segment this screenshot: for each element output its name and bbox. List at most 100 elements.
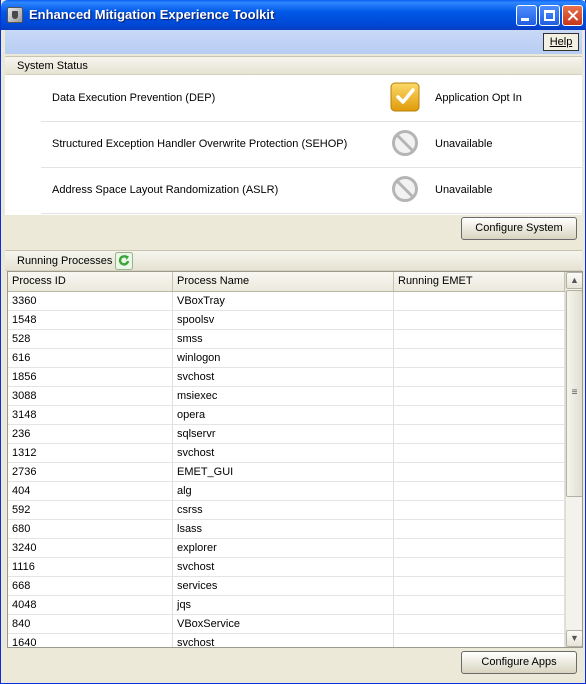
cell-running-emet [394, 387, 565, 405]
cell-process-id: 1312 [8, 444, 173, 462]
cell-running-emet [394, 292, 565, 310]
column-header-process-id[interactable]: Process ID [8, 272, 173, 291]
table-body: 3360 VBoxTray 1548 spoolsv 528 smss 616 winl… [8, 292, 565, 647]
process-table: Process ID Process Name Running EMET 336… [7, 271, 583, 648]
refresh-icon[interactable] [115, 252, 133, 270]
column-header-running-emet[interactable]: Running EMET [394, 272, 565, 291]
cell-running-emet [394, 330, 565, 348]
close-button[interactable] [562, 5, 583, 26]
table-row[interactable]: 616 winlogon [8, 349, 565, 368]
table-row[interactable]: 236 sqlservr [8, 425, 565, 444]
table-row[interactable]: 840 VBoxService [8, 615, 565, 634]
cell-process-name: msiexec [173, 387, 394, 405]
cell-running-emet [394, 311, 565, 329]
cell-process-name: alg [173, 482, 394, 500]
cell-process-id: 1640 [8, 634, 173, 647]
cell-process-name: smss [173, 330, 394, 348]
cell-running-emet [394, 596, 565, 614]
cell-running-emet [394, 501, 565, 519]
cell-process-name: VBoxService [173, 615, 394, 633]
table-row[interactable]: 3360 VBoxTray [8, 292, 565, 311]
cell-process-id: 3360 [8, 292, 173, 310]
cell-process-id: 680 [8, 520, 173, 538]
cell-process-name: EMET_GUI [173, 463, 394, 481]
menu-bar: Help [5, 30, 582, 54]
cell-process-id: 3088 [8, 387, 173, 405]
cell-process-name: VBoxTray [173, 292, 394, 310]
table-row[interactable]: 1312 svchost [8, 444, 565, 463]
scroll-up-button[interactable]: ▲ [566, 272, 582, 289]
status-row-aslr: Address Space Layout Randomization (ASLR… [41, 167, 582, 214]
table-row[interactable]: 528 smss [8, 330, 565, 349]
cell-process-id: 3240 [8, 539, 173, 557]
cell-process-name: svchost [173, 558, 394, 576]
cell-process-id: 528 [8, 330, 173, 348]
cell-process-id: 2736 [8, 463, 173, 481]
table-header: Process ID Process Name Running EMET [8, 272, 565, 292]
unavailable-icon [392, 130, 418, 156]
vertical-scrollbar[interactable]: ▲ ≡ ▼ [565, 272, 582, 647]
minimize-button[interactable] [516, 5, 537, 26]
cell-running-emet [394, 368, 565, 386]
window-title: Enhanced Mitigation Experience Toolkit [29, 7, 275, 22]
configure-system-button[interactable]: Configure System [461, 217, 577, 240]
running-processes-header: Running Processes [5, 250, 582, 271]
scroll-thumb[interactable]: ≡ [566, 290, 582, 497]
status-name: Structured Exception Handler Overwrite P… [52, 138, 348, 150]
table-row[interactable]: 3088 msiexec [8, 387, 565, 406]
table-row[interactable]: 1640 svchost [8, 634, 565, 647]
table-row[interactable]: 2736 EMET_GUI [8, 463, 565, 482]
unavailable-icon [392, 176, 418, 202]
running-processes-label: Running Processes [17, 255, 113, 267]
scroll-down-button[interactable]: ▼ [566, 630, 582, 647]
grip-icon: ≡ [571, 387, 578, 398]
emet-window: Enhanced Mitigation Experience Toolkit H… [0, 0, 586, 684]
title-bar[interactable]: Enhanced Mitigation Experience Toolkit [1, 0, 586, 30]
table-row[interactable]: 3148 opera [8, 406, 565, 425]
cell-process-name: svchost [173, 444, 394, 462]
table-row[interactable]: 680 lsass [8, 520, 565, 539]
cell-process-id: 3148 [8, 406, 173, 424]
column-header-process-name[interactable]: Process Name [173, 272, 394, 291]
chevron-up-icon: ▲ [570, 275, 579, 285]
cell-process-name: sqlservr [173, 425, 394, 443]
table-row[interactable]: 592 csrss [8, 501, 565, 520]
status-value: Unavailable [435, 138, 493, 150]
cell-process-id: 616 [8, 349, 173, 367]
checkmark-icon [390, 82, 420, 112]
cell-process-name: lsass [173, 520, 394, 538]
cell-process-id: 668 [8, 577, 173, 595]
configure-apps-button[interactable]: Configure Apps [461, 651, 577, 674]
help-button[interactable]: Help [543, 33, 579, 51]
cell-running-emet [394, 349, 565, 367]
cell-process-id: 592 [8, 501, 173, 519]
status-value: Application Opt In [435, 92, 522, 104]
cell-process-id: 840 [8, 615, 173, 633]
cell-process-id: 236 [8, 425, 173, 443]
status-row-dep: Data Execution Prevention (DEP) Applicat… [41, 75, 582, 122]
cell-running-emet [394, 577, 565, 595]
table-row[interactable]: 1548 spoolsv [8, 311, 565, 330]
cell-process-id: 4048 [8, 596, 173, 614]
cell-running-emet [394, 406, 565, 424]
status-value: Unavailable [435, 184, 493, 196]
cell-process-name: services [173, 577, 394, 595]
cell-running-emet [394, 425, 565, 443]
table-row[interactable]: 3240 explorer [8, 539, 565, 558]
status-row-sehop: Structured Exception Handler Overwrite P… [41, 121, 582, 168]
cell-process-name: spoolsv [173, 311, 394, 329]
maximize-button[interactable] [539, 5, 560, 26]
table-row[interactable]: 668 services [8, 577, 565, 596]
cell-running-emet [394, 444, 565, 462]
cell-process-name: winlogon [173, 349, 394, 367]
cell-process-name: jqs [173, 596, 394, 614]
table-row[interactable]: 1116 svchost [8, 558, 565, 577]
cell-process-id: 1548 [8, 311, 173, 329]
cell-process-id: 1856 [8, 368, 173, 386]
table-row[interactable]: 4048 jqs [8, 596, 565, 615]
cell-running-emet [394, 520, 565, 538]
table-row[interactable]: 1856 svchost [8, 368, 565, 387]
chevron-down-icon: ▼ [570, 633, 579, 643]
table-row[interactable]: 404 alg [8, 482, 565, 501]
status-name: Address Space Layout Randomization (ASLR… [52, 184, 279, 196]
